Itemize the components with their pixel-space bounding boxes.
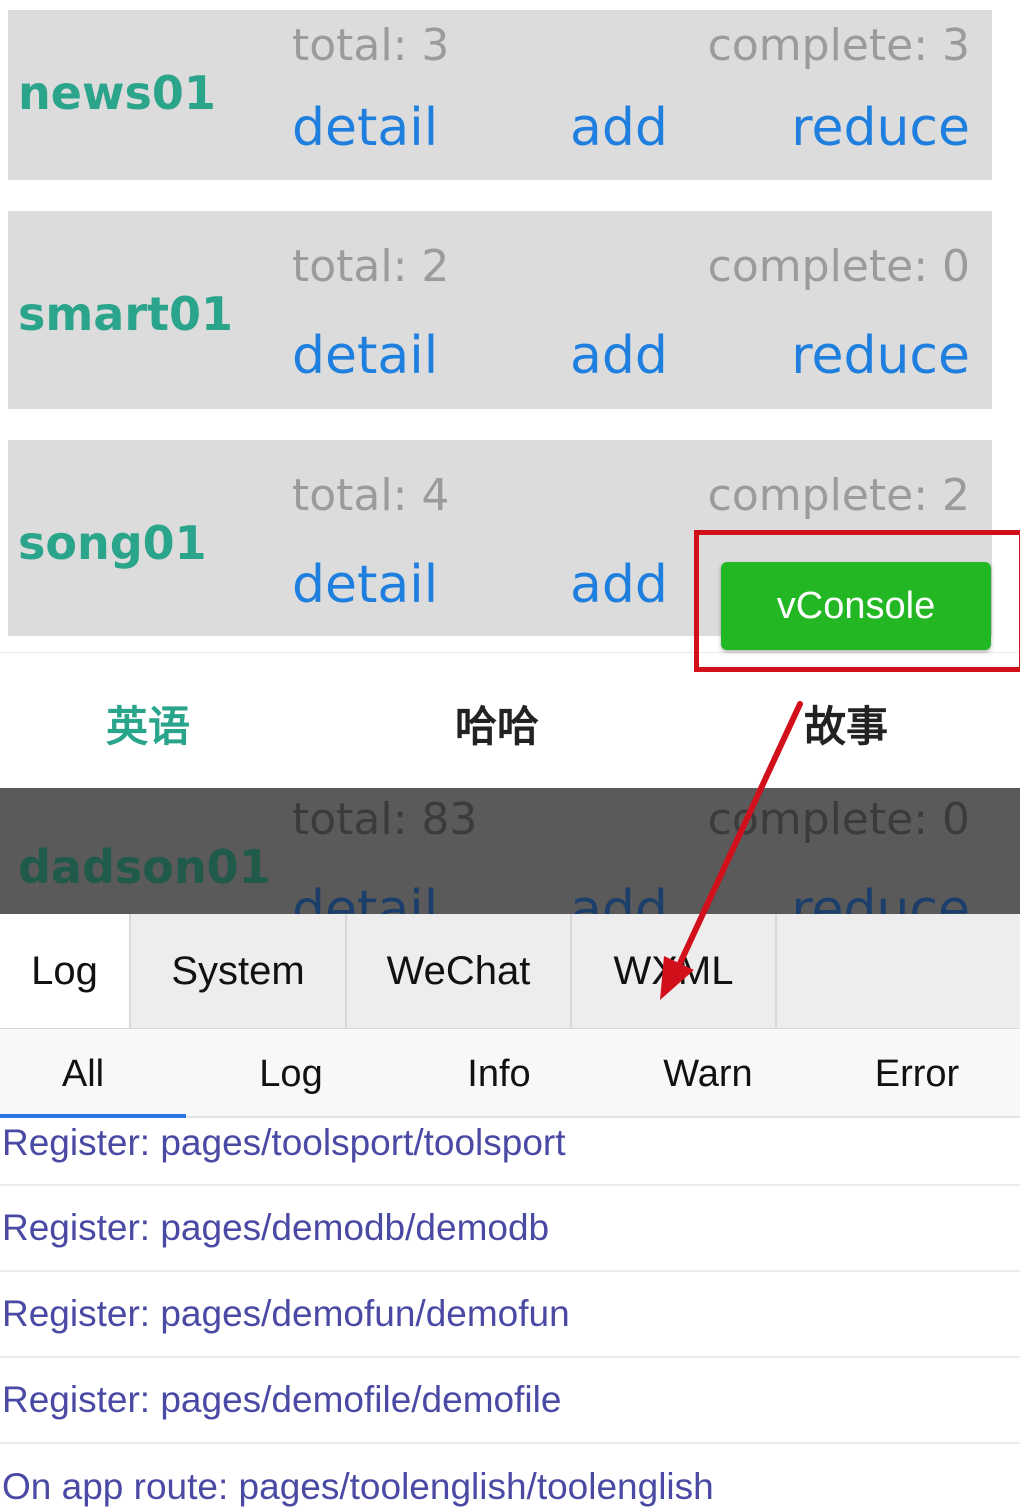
log-entry: Register: pages/demofun/demofun bbox=[0, 1272, 1020, 1358]
filter-all[interactable]: All bbox=[0, 1030, 166, 1118]
complete-count: complete: 0 bbox=[707, 241, 970, 292]
reduce-link: reduce bbox=[791, 880, 970, 914]
detail-link: detail bbox=[292, 880, 439, 914]
add-link[interactable]: add bbox=[570, 555, 668, 615]
tab-wxml[interactable]: WXML bbox=[572, 914, 777, 1028]
total-count: total: 3 bbox=[292, 20, 450, 71]
detail-link[interactable]: detail bbox=[292, 555, 438, 615]
tab-system[interactable]: System bbox=[131, 914, 347, 1028]
total-count: total: 2 bbox=[292, 241, 450, 292]
vconsole-log-list: Register: pages/toolsport/toolsport Regi… bbox=[0, 1118, 1020, 1510]
list-card: news01 total: 3 complete: 3 detail add r… bbox=[8, 10, 992, 180]
log-entry: Register: pages/demodb/demodb bbox=[0, 1186, 1020, 1272]
reduce-link[interactable]: reduce bbox=[791, 98, 970, 158]
card-title: dadson01 bbox=[18, 840, 271, 894]
category-tab-bar: 英语 哈哈 故事 bbox=[0, 652, 1020, 788]
reduce-link[interactable]: reduce bbox=[791, 326, 970, 386]
add-link[interactable]: add bbox=[570, 326, 668, 386]
total-count: total: 4 bbox=[292, 470, 450, 521]
filter-log[interactable]: Log bbox=[186, 1030, 396, 1118]
tab-english[interactable]: 英语 bbox=[106, 693, 190, 754]
list-card: smart01 total: 2 complete: 0 detail add … bbox=[8, 211, 992, 409]
dimmed-list-card: dadson01 total: 83 complete: 0 detail ad… bbox=[0, 788, 1020, 914]
log-entry: On app route: pages/toolenglish/toolengl… bbox=[2, 1466, 714, 1507]
card-title: song01 bbox=[18, 516, 207, 570]
vconsole-tab-bar: Log System WeChat WXML bbox=[0, 914, 1020, 1029]
detail-link[interactable]: detail bbox=[292, 326, 438, 386]
tab-wechat[interactable]: WeChat bbox=[347, 914, 572, 1028]
add-link: add bbox=[570, 880, 668, 914]
complete-count: complete: 3 bbox=[707, 20, 970, 71]
filter-info[interactable]: Info bbox=[396, 1030, 602, 1118]
complete-count: complete: 2 bbox=[707, 470, 970, 521]
log-entry: Register: pages/demofile/demofile bbox=[0, 1358, 1020, 1444]
log-entry: Register: pages/toolsport/toolsport bbox=[0, 1118, 1020, 1186]
add-link[interactable]: add bbox=[570, 98, 668, 158]
vconsole-button[interactable]: vConsole bbox=[721, 562, 991, 650]
card-title: news01 bbox=[18, 66, 216, 120]
tab-log[interactable]: Log bbox=[0, 914, 131, 1028]
complete-count: complete: 0 bbox=[707, 794, 970, 845]
tab-haha[interactable]: 哈哈 bbox=[455, 693, 539, 754]
filter-warn[interactable]: Warn bbox=[602, 1030, 814, 1118]
total-count: total: 83 bbox=[292, 794, 478, 845]
vconsole-filter-bar: All Log Info Warn Error bbox=[0, 1030, 1020, 1118]
detail-link[interactable]: detail bbox=[292, 98, 438, 158]
card-title: smart01 bbox=[18, 287, 234, 341]
filter-error[interactable]: Error bbox=[814, 1030, 1020, 1118]
tab-story[interactable]: 故事 bbox=[804, 693, 888, 754]
